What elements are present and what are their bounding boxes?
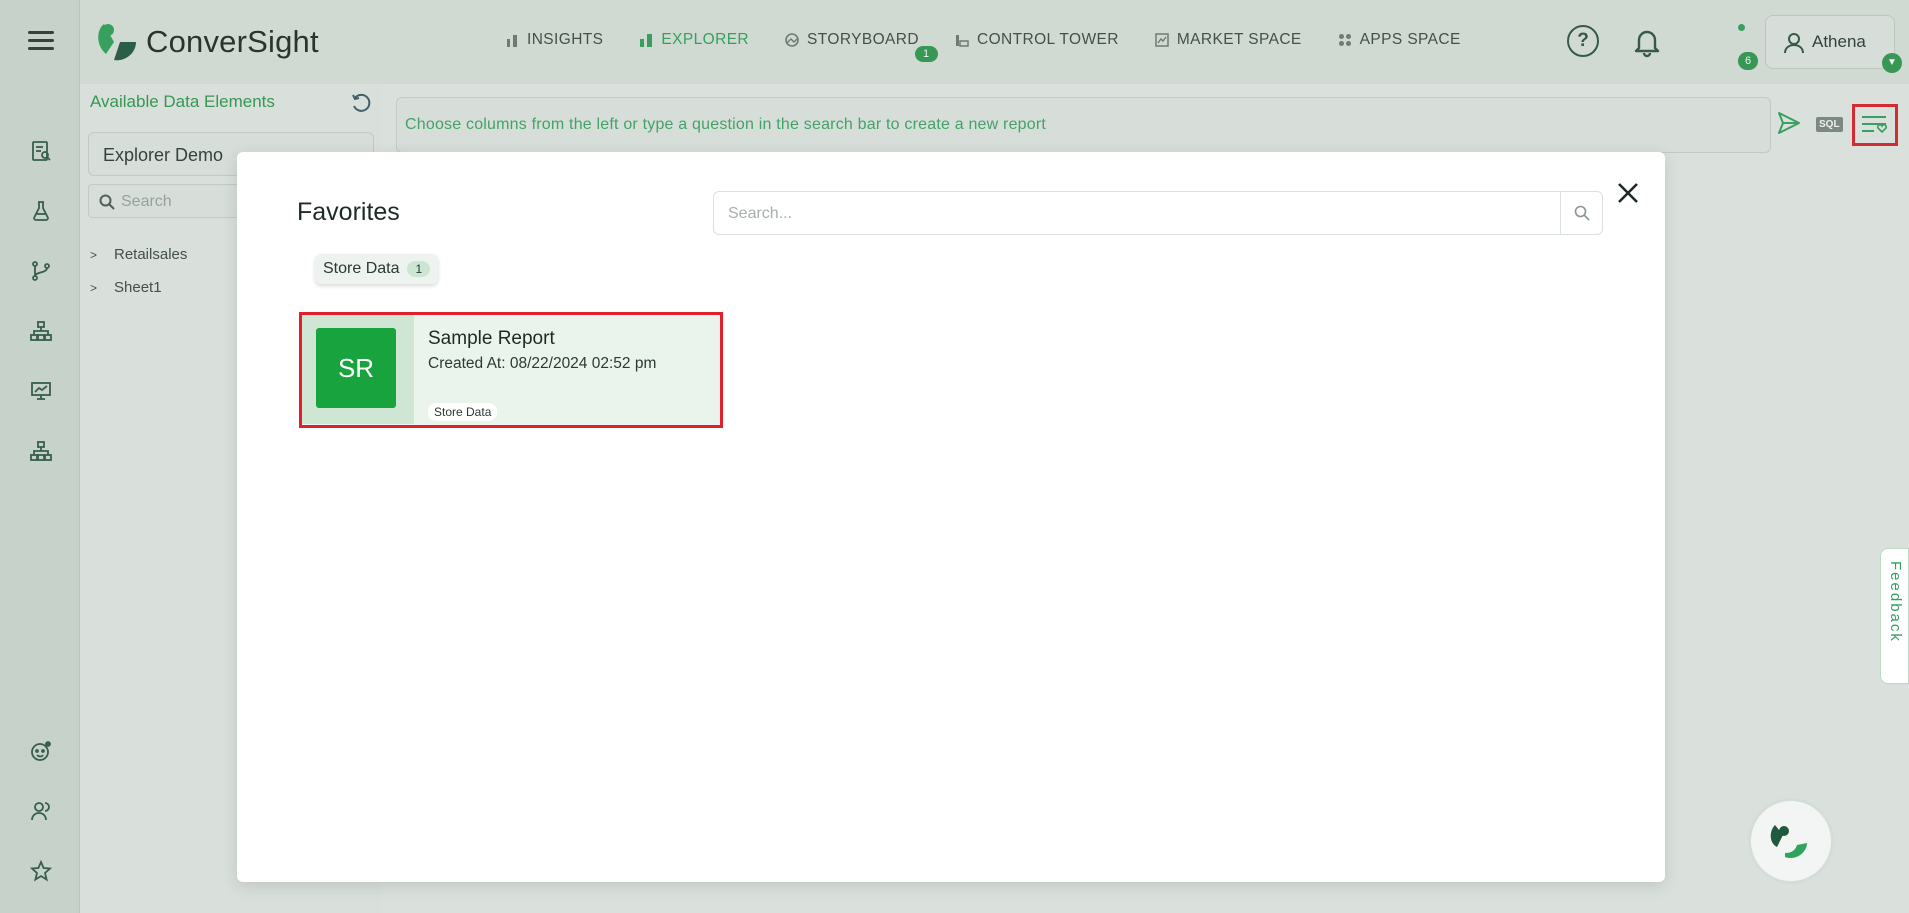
modal-title: Favorites bbox=[297, 198, 400, 226]
filter-chip-store-data[interactable]: Store Data 1 bbox=[315, 254, 439, 284]
feedback-tab[interactable]: Feedback bbox=[1880, 548, 1909, 684]
report-name: Sample Report bbox=[428, 328, 555, 349]
close-icon[interactable] bbox=[1615, 180, 1641, 206]
chip-label: Store Data bbox=[323, 260, 400, 277]
favorite-report-card[interactable]: SR Sample Report Created At: 08/22/2024 … bbox=[299, 312, 723, 428]
report-created-at: Created At: 08/22/2024 02:52 pm bbox=[428, 355, 657, 372]
feedback-label: Feedback bbox=[1887, 561, 1904, 643]
search-placeholder: Search... bbox=[728, 205, 793, 222]
report-avatar: SR bbox=[316, 328, 396, 408]
chatbot-icon[interactable] bbox=[1748, 798, 1834, 884]
search-icon bbox=[1574, 205, 1590, 221]
card-thumbnail: SR bbox=[302, 315, 414, 424]
report-tag: Store Data bbox=[428, 403, 498, 421]
chip-count: 1 bbox=[407, 261, 431, 277]
favorites-modal: Favorites Search... Store Data 1 SR Samp… bbox=[237, 152, 1665, 882]
favorites-search-input[interactable]: Search... bbox=[713, 191, 1603, 235]
search-button[interactable] bbox=[1560, 192, 1602, 234]
